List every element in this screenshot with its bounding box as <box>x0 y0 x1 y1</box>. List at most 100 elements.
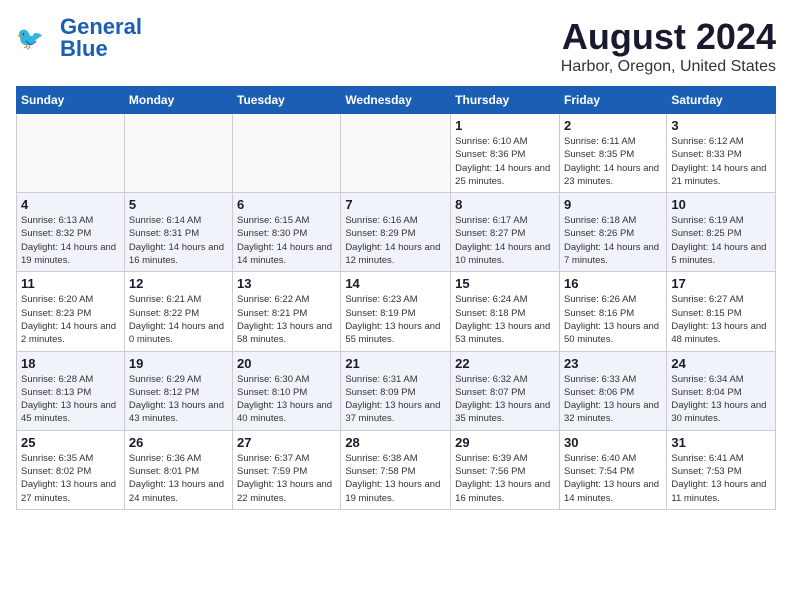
logo-line1: General <box>60 16 142 38</box>
cell-date: 24 <box>671 356 771 371</box>
cell-info: Sunrise: 6:26 AMSunset: 8:16 PMDaylight:… <box>564 293 662 346</box>
cell-info: Sunrise: 6:23 AMSunset: 8:19 PMDaylight:… <box>345 293 446 346</box>
cell-info: Sunrise: 6:24 AMSunset: 8:18 PMDaylight:… <box>455 293 555 346</box>
table-row: 9Sunrise: 6:18 AMSunset: 8:26 PMDaylight… <box>559 193 666 272</box>
cell-date: 23 <box>564 356 662 371</box>
table-row: 25 Sunrise: 6:35 AMSunset: 8:02 PMDayligh… <box>17 430 125 509</box>
table-row: 20 Sunrise: 6:30 AMSunset: 8:10 PMDayligh… <box>233 351 341 430</box>
table-row: 6 Sunrise: 6:15 AMSunset: 8:30 PMDaylight… <box>233 193 341 272</box>
table-row: 31 Sunrise: 6:41 AMSunset: 7:53 PMDayligh… <box>667 430 776 509</box>
cell-info: Sunrise: 6:31 AMSunset: 8:09 PMDaylight:… <box>345 373 446 426</box>
cell-date: 21 <box>345 356 446 371</box>
calendar-week-row: 18Sunrise: 6:28 AMSunset: 8:13 PMDayligh… <box>17 351 776 430</box>
cell-date: 12 <box>129 276 228 291</box>
calendar-week-row: 1Sunrise: 6:10 AMSunset: 8:36 PMDaylight… <box>17 114 776 193</box>
cell-date: 6 <box>237 197 336 212</box>
logo-line2: Blue <box>60 38 108 60</box>
table-row: 13Sunrise: 6:22 AMSunset: 8:21 PMDayligh… <box>233 272 341 351</box>
cell-info: Sunrise: 6:27 AMSunset: 8:15 PMDaylight:… <box>671 293 771 346</box>
table-row: 3Sunrise: 6:12 AMSunset: 8:33 PMDaylight… <box>667 114 776 193</box>
cell-date: 25 <box>21 435 120 450</box>
cell-info: Sunrise: 6:38 AMSunset: 7:58 PMDaylight:… <box>345 452 446 505</box>
cell-info: Sunrise: 6:20 AMSunset: 8:23 PMDaylight:… <box>21 293 120 346</box>
calendar-week-row: 25 Sunrise: 6:35 AMSunset: 8:02 PMDayligh… <box>17 430 776 509</box>
table-row: 7Sunrise: 6:16 AMSunset: 8:29 PMDaylight… <box>341 193 451 272</box>
cell-info: Sunrise: 6:19 AMSunset: 8:25 PMDaylight:… <box>671 214 771 267</box>
cell-info: Sunrise: 6:21 AMSunset: 8:22 PMDaylight:… <box>129 293 228 346</box>
cell-date: 27 <box>237 435 336 450</box>
table-row: 23 Sunrise: 6:33 AMSunset: 8:06 PMDayligh… <box>559 351 666 430</box>
cell-date: 7 <box>345 197 446 212</box>
table-row: 17 Sunrise: 6:27 AMSunset: 8:15 PMDayligh… <box>667 272 776 351</box>
cell-info: Sunrise: 6:29 AMSunset: 8:12 PMDaylight:… <box>129 373 228 426</box>
col-friday: Friday <box>559 87 666 114</box>
cell-info: Sunrise: 6:33 AMSunset: 8:06 PMDaylight:… <box>564 373 662 426</box>
calendar-week-row: 4 Sunrise: 6:13 AMSunset: 8:32 PMDaylight… <box>17 193 776 272</box>
cell-date: 16 <box>564 276 662 291</box>
table-row: 26 Sunrise: 6:36 AMSunset: 8:01 PMDayligh… <box>124 430 232 509</box>
page-header: 🐦 General Blue August 2024 Harbor, Orego… <box>16 16 776 76</box>
table-row: 22 Sunrise: 6:32 AMSunset: 8:07 PMDayligh… <box>451 351 560 430</box>
table-row <box>17 114 125 193</box>
cell-date: 13 <box>237 276 336 291</box>
table-row: 21 Sunrise: 6:31 AMSunset: 8:09 PMDayligh… <box>341 351 451 430</box>
calendar-table: Sunday Monday Tuesday Wednesday Thursday… <box>16 86 776 510</box>
cell-date: 17 <box>671 276 771 291</box>
table-row <box>341 114 451 193</box>
cell-date: 14 <box>345 276 446 291</box>
cell-info: Sunrise: 6:39 AMSunset: 7:56 PMDaylight:… <box>455 452 555 505</box>
logo-text-block: General Blue <box>60 16 142 60</box>
cell-date: 8 <box>455 197 555 212</box>
table-row: 27 Sunrise: 6:37 AMSunset: 7:59 PMDayligh… <box>233 430 341 509</box>
cell-date: 28 <box>345 435 446 450</box>
cell-date: 1 <box>455 118 555 133</box>
header-row: Sunday Monday Tuesday Wednesday Thursday… <box>17 87 776 114</box>
table-row: 5 Sunrise: 6:14 AMSunset: 8:31 PMDaylight… <box>124 193 232 272</box>
cell-date: 5 <box>129 197 228 212</box>
table-row: 2 Sunrise: 6:11 AMSunset: 8:35 PMDaylight… <box>559 114 666 193</box>
col-saturday: Saturday <box>667 87 776 114</box>
col-wednesday: Wednesday <box>341 87 451 114</box>
cell-date: 4 <box>21 197 120 212</box>
table-row: 18Sunrise: 6:28 AMSunset: 8:13 PMDayligh… <box>17 351 125 430</box>
cell-info: Sunrise: 6:30 AMSunset: 8:10 PMDaylight:… <box>237 373 336 426</box>
cell-info: Sunrise: 6:35 AMSunset: 8:02 PMDaylight:… <box>21 452 120 505</box>
cell-date: 22 <box>455 356 555 371</box>
cell-info: Sunrise: 6:36 AMSunset: 8:01 PMDaylight:… <box>129 452 228 505</box>
table-row <box>124 114 232 193</box>
col-monday: Monday <box>124 87 232 114</box>
cell-date: 26 <box>129 435 228 450</box>
table-row: 11Sunrise: 6:20 AMSunset: 8:23 PMDayligh… <box>17 272 125 351</box>
location-title: Harbor, Oregon, United States <box>561 58 776 76</box>
table-row: 24 Sunrise: 6:34 AMSunset: 8:04 PMDayligh… <box>667 351 776 430</box>
cell-date: 29 <box>455 435 555 450</box>
col-sunday: Sunday <box>17 87 125 114</box>
cell-info: Sunrise: 6:32 AMSunset: 8:07 PMDaylight:… <box>455 373 555 426</box>
cell-info: Sunrise: 6:28 AMSunset: 8:13 PMDaylight:… <box>21 373 120 426</box>
table-row: 14 Sunrise: 6:23 AMSunset: 8:19 PMDayligh… <box>341 272 451 351</box>
table-row: 4 Sunrise: 6:13 AMSunset: 8:32 PMDaylight… <box>17 193 125 272</box>
title-block: August 2024 Harbor, Oregon, United State… <box>561 16 776 76</box>
cell-date: 31 <box>671 435 771 450</box>
cell-info: Sunrise: 6:11 AMSunset: 8:35 PMDaylight:… <box>564 135 662 188</box>
table-row: 16 Sunrise: 6:26 AMSunset: 8:16 PMDayligh… <box>559 272 666 351</box>
cell-info: Sunrise: 6:15 AMSunset: 8:30 PMDaylight:… <box>237 214 336 267</box>
cell-date: 15 <box>455 276 555 291</box>
table-row: 15 Sunrise: 6:24 AMSunset: 8:18 PMDayligh… <box>451 272 560 351</box>
logo-icon: 🐦 <box>16 22 56 54</box>
table-row: 1Sunrise: 6:10 AMSunset: 8:36 PMDaylight… <box>451 114 560 193</box>
cell-date: 20 <box>237 356 336 371</box>
cell-date: 2 <box>564 118 662 133</box>
table-row <box>233 114 341 193</box>
cell-info: Sunrise: 6:14 AMSunset: 8:31 PMDaylight:… <box>129 214 228 267</box>
cell-info: Sunrise: 6:41 AMSunset: 7:53 PMDaylight:… <box>671 452 771 505</box>
cell-info: Sunrise: 6:37 AMSunset: 7:59 PMDaylight:… <box>237 452 336 505</box>
logo: 🐦 General Blue <box>16 16 142 60</box>
cell-date: 10 <box>671 197 771 212</box>
table-row: 29 Sunrise: 6:39 AMSunset: 7:56 PMDayligh… <box>451 430 560 509</box>
cell-info: Sunrise: 6:12 AMSunset: 8:33 PMDaylight:… <box>671 135 771 188</box>
table-row: 28 Sunrise: 6:38 AMSunset: 7:58 PMDayligh… <box>341 430 451 509</box>
cell-info: Sunrise: 6:13 AMSunset: 8:32 PMDaylight:… <box>21 214 120 267</box>
cell-info: Sunrise: 6:34 AMSunset: 8:04 PMDaylight:… <box>671 373 771 426</box>
calendar-week-row: 11Sunrise: 6:20 AMSunset: 8:23 PMDayligh… <box>17 272 776 351</box>
